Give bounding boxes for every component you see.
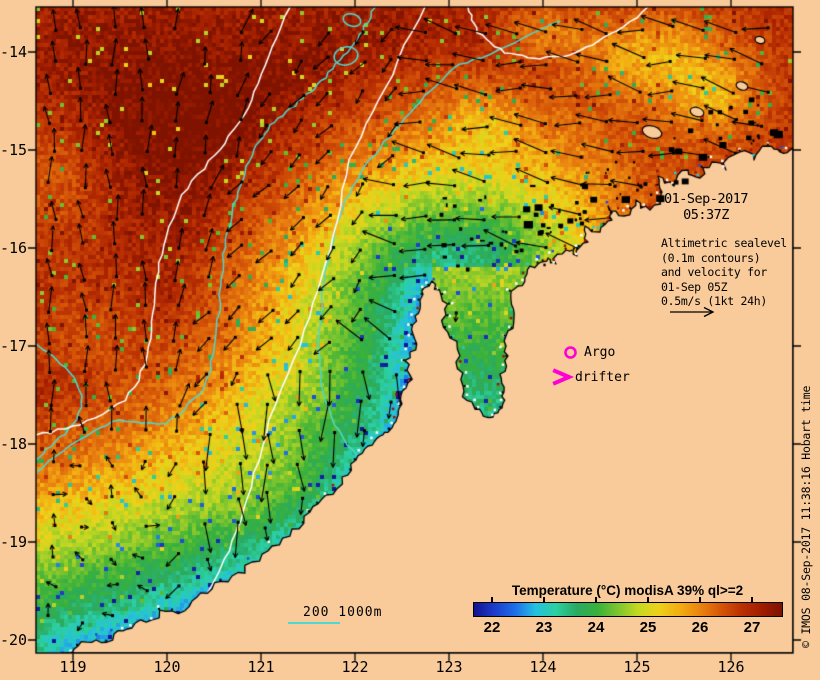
colorbar-tick — [491, 597, 493, 602]
colorbar-tick-label: 24 — [587, 619, 605, 636]
colorbar-title: Temperature (°C) modisA 39% ql>=2 — [511, 583, 744, 598]
sst-map-canvas — [0, 0, 820, 680]
altimetric-line: (0.1m contours) — [661, 250, 761, 265]
sst-map-figure: -14 -15 -16 -17 -18 -19 -20 119 120 121 … — [0, 0, 820, 680]
drifter-label: drifter — [575, 370, 630, 385]
colorbar-tick-label: 23 — [535, 619, 553, 636]
isobath-scale-line — [288, 622, 340, 624]
time-line: 05:37Z — [683, 207, 729, 223]
x-axis-label: 123 — [435, 658, 463, 676]
argo-label: Argo — [584, 345, 616, 360]
x-axis-label: 119 — [59, 658, 87, 676]
y-axis-label: -20 — [0, 631, 28, 649]
x-axis-label: 121 — [247, 658, 275, 676]
y-axis-label: -17 — [0, 337, 28, 355]
date-line: 01-Sep-2017 — [664, 191, 748, 207]
colorbar-tick-label: 26 — [691, 619, 709, 636]
y-axis-label: -16 — [0, 239, 28, 257]
colorbar-tick — [595, 597, 597, 602]
colorbar-tick — [543, 597, 545, 602]
isobath-scale-label: 200 1000m — [303, 605, 383, 620]
colorbar-tick-label: 22 — [483, 619, 501, 636]
altimetric-annotation: Altimetric sealevel (0.1m contours) and … — [661, 236, 787, 309]
colorbar-tick — [699, 597, 701, 602]
x-axis-label: 120 — [153, 658, 181, 676]
colorbar-tick-label: 27 — [743, 619, 761, 636]
y-axis-label: -15 — [0, 141, 28, 159]
y-axis-label: -18 — [0, 435, 28, 453]
datetime-annotation: 01-Sep-2017 05:37Z — [660, 191, 752, 223]
x-axis-label: 124 — [529, 658, 557, 676]
argo-marker-icon — [564, 346, 577, 359]
colorbar-tick — [647, 597, 649, 602]
x-axis-label: 122 — [341, 658, 369, 676]
copyright-text: © IMOS 08-Sep-2017 11:38:16 Hobart time — [799, 385, 813, 648]
y-axis-label: -14 — [0, 43, 28, 61]
altimetric-line: Altimetric sealevel — [661, 236, 787, 250]
velocity-scale-arrow — [670, 306, 715, 318]
x-axis-label: 126 — [717, 658, 745, 676]
y-axis-label: -19 — [0, 533, 28, 551]
colorbar-gradient — [473, 602, 783, 617]
altimetric-line: and velocity for — [661, 265, 767, 280]
colorbar-tick — [751, 597, 753, 602]
drifter-marker-icon — [552, 368, 575, 386]
colorbar-tick-label: 25 — [639, 619, 657, 636]
x-axis-label: 125 — [623, 658, 651, 676]
altimetric-line: 01-Sep 05Z — [661, 279, 728, 294]
